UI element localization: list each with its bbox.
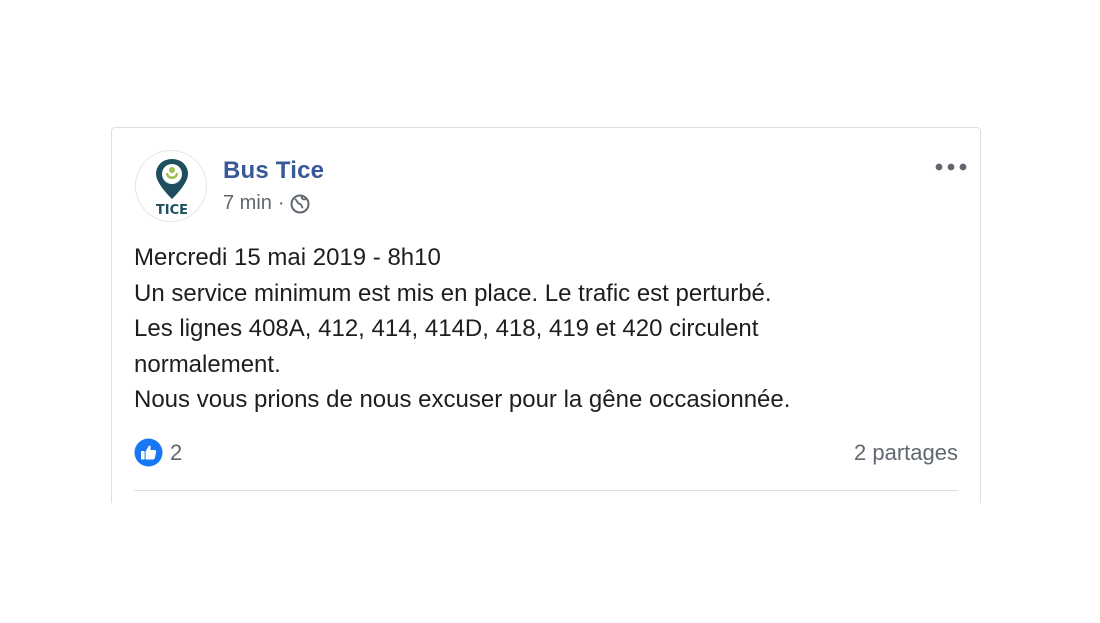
more-horizontal-icon[interactable]	[934, 160, 968, 174]
post-timestamp[interactable]: 7 min	[223, 192, 272, 215]
message-line: Les lignes 408A, 412, 414, 414D, 418, 41…	[134, 315, 759, 342]
message-line: Mercredi 15 mai 2019 - 8h10	[134, 244, 441, 271]
globe-icon[interactable]	[289, 193, 311, 215]
tice-logo: TICE	[156, 159, 188, 218]
post-card: TICE Bus Tice 7 min · Mercredi 15 mai 20…	[111, 127, 981, 503]
meta-separator: ·	[277, 192, 285, 214]
message-line: normalement.	[134, 350, 281, 378]
page-avatar[interactable]: TICE	[135, 150, 207, 222]
message-line: Un service minimum est mis en place. Le …	[134, 279, 772, 307]
footer-divider	[134, 490, 958, 491]
message-line: Nous vous prions de nous excuser pour la…	[134, 386, 791, 413]
post-meta: 7 min ·	[223, 192, 311, 215]
logo-text: TICE	[156, 203, 188, 218]
shares-count-link[interactable]: 2 partages	[854, 440, 958, 466]
like-icon	[134, 438, 163, 467]
reactions-summary[interactable]: 2	[134, 438, 182, 467]
page-name-link[interactable]: Bus Tice	[223, 157, 324, 185]
post-message: Mercredi 15 mai 2019 - 8h10 Un service m…	[134, 240, 954, 418]
reaction-count: 2	[170, 439, 183, 465]
